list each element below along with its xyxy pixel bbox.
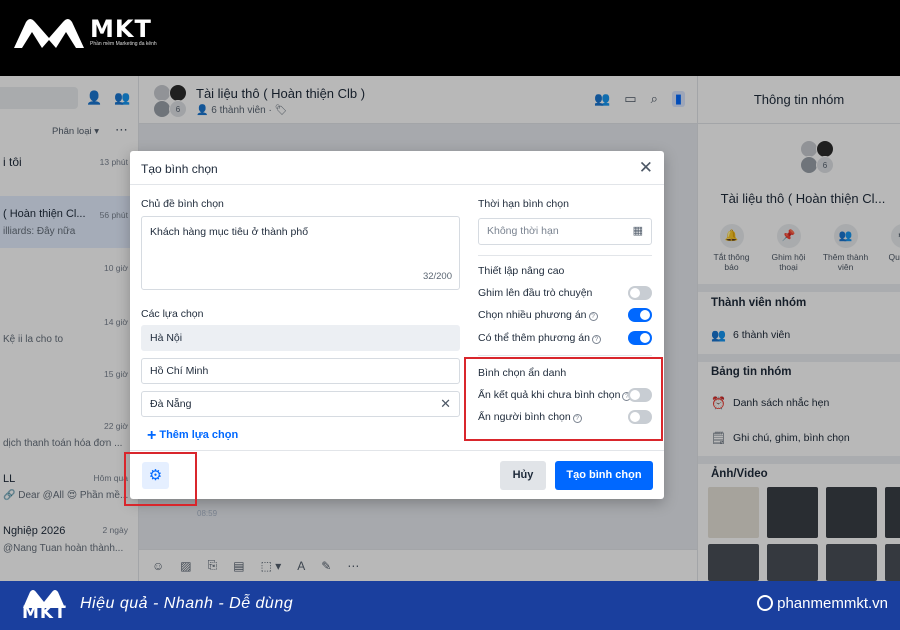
poll-option-input[interactable]: Hà Nội bbox=[141, 325, 460, 351]
char-counter: 32/200 bbox=[422, 271, 452, 282]
cancel-button[interactable]: Hủy bbox=[500, 461, 546, 490]
highlight-box bbox=[124, 452, 197, 506]
create-poll-dialog: Tạo bình chọn ✕ Chủ đề bình chọn Khách h… bbox=[130, 151, 664, 499]
website[interactable]: phanmemmkt.vn bbox=[757, 595, 888, 612]
poll-topic-textarea[interactable]: Khách hàng mục tiêu ở thành phố 32/200 bbox=[141, 216, 460, 290]
add-options-toggle[interactable] bbox=[628, 331, 652, 345]
calendar-icon: ▦ bbox=[632, 225, 643, 237]
help-icon[interactable]: ? bbox=[588, 312, 598, 321]
options-label: Các lựa chọn bbox=[141, 308, 204, 320]
dialog-title: Tạo bình chọn bbox=[141, 162, 218, 176]
setting-multiple-choice: Chọn nhiều phương án? bbox=[478, 308, 652, 324]
message-time: 08:59 bbox=[197, 509, 218, 518]
globe-icon bbox=[757, 595, 774, 611]
advanced-label: Thiết lập nâng cao bbox=[478, 265, 565, 277]
mkt-logo: MKT Phần mềm Marketing đa kênh bbox=[12, 14, 157, 50]
highlight-box bbox=[464, 357, 663, 441]
deadline-label: Thời hạn bình chọn bbox=[478, 198, 569, 210]
setting-add-options: Có thể thêm phương án? bbox=[478, 331, 652, 347]
mountain-logo-icon bbox=[14, 19, 84, 48]
setting-pin-to-top: Ghim lên đầu trò chuyện bbox=[478, 286, 652, 302]
poll-option-input[interactable]: Hồ Chí Minh bbox=[141, 358, 460, 384]
multiple-choice-toggle[interactable] bbox=[628, 308, 652, 322]
top-banner: MKT Phần mềm Marketing đa kênh bbox=[0, 0, 900, 76]
logo-brand: MKT bbox=[90, 14, 152, 43]
create-poll-button[interactable]: Tạo bình chọn bbox=[555, 461, 653, 490]
poll-option-input[interactable]: Đà Nẵng ✕ bbox=[141, 391, 460, 417]
deadline-picker[interactable]: Không thời hạn ▦ bbox=[478, 218, 652, 245]
pin-toggle[interactable] bbox=[628, 286, 652, 300]
topic-label: Chủ đề bình chọn bbox=[141, 198, 224, 210]
close-icon[interactable]: ✕ bbox=[639, 158, 653, 178]
help-icon[interactable]: ? bbox=[591, 335, 601, 344]
slogan: Hiệu quả - Nhanh - Dễ dùng bbox=[80, 595, 294, 612]
add-option-button[interactable]: + Thêm lựa chọn bbox=[147, 427, 238, 445]
logo-tagline: Phần mềm Marketing đa kênh bbox=[90, 40, 157, 47]
bottom-banner: MKT Hiệu quả - Nhanh - Dễ dùng phanmemmk… bbox=[0, 581, 900, 630]
plus-icon: + bbox=[147, 427, 157, 444]
footer-brand: MKT bbox=[22, 603, 67, 623]
remove-option-icon[interactable]: ✕ bbox=[440, 392, 451, 416]
